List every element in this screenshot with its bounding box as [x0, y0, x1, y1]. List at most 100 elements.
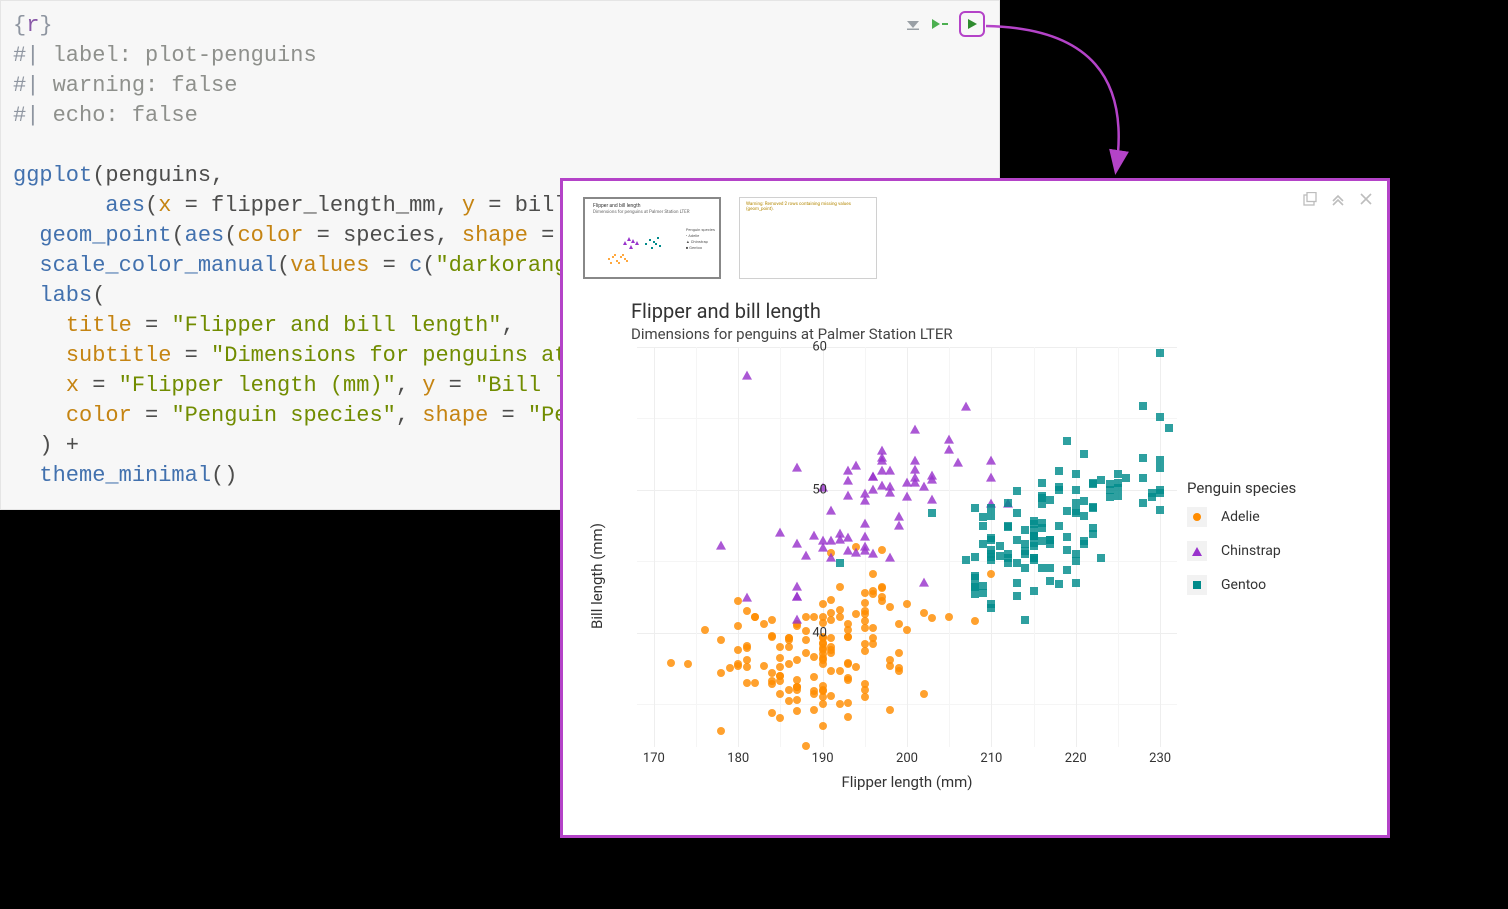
chart-point: [776, 714, 784, 722]
chart-point: [734, 646, 742, 654]
chart-point: [1046, 564, 1054, 572]
chart-y-tick: 40: [787, 625, 827, 640]
chart-point: [785, 697, 793, 705]
chart-point: [996, 552, 1004, 560]
run-chunk-button[interactable]: [959, 11, 985, 37]
chart-point: [886, 603, 894, 611]
chart-point: [962, 556, 970, 564]
chart-y-axis: Bill length (mm): [583, 347, 637, 787]
chart-point: [1038, 494, 1046, 502]
chart-point: [734, 622, 742, 630]
chart-point: [1072, 550, 1080, 558]
chart-point: [792, 614, 802, 623]
chart-point: [1013, 592, 1021, 600]
chart-point: [1021, 526, 1029, 534]
chart-point: [701, 626, 709, 634]
chart-point: [827, 643, 835, 651]
chart-point: [1013, 536, 1021, 544]
chart-point: [861, 607, 869, 615]
output-collapse-icon[interactable]: [1331, 191, 1345, 210]
chart-point: [987, 556, 995, 564]
chart-point: [1139, 474, 1147, 482]
chart-point: [802, 742, 810, 750]
chart-point: [861, 624, 869, 632]
chart-point: [768, 709, 776, 717]
chart-point: [971, 617, 979, 625]
chart-point: [775, 527, 785, 536]
output-close-icon[interactable]: [1359, 191, 1373, 210]
chart-x-axis-label: Flipper length (mm): [841, 773, 972, 791]
chart-point: [1072, 507, 1080, 515]
chart-point: [743, 679, 751, 687]
chart-point: [844, 660, 852, 668]
chart-point: [1097, 554, 1105, 562]
chart-point: [1021, 564, 1029, 572]
chart-point: [1156, 489, 1164, 497]
chart-x-tick: 210: [980, 751, 1002, 766]
chart-point: [903, 626, 911, 634]
chart-point: [861, 693, 869, 701]
chart-point: [843, 490, 853, 499]
chart-point: [1063, 533, 1071, 541]
chart-point: [1038, 564, 1046, 572]
chart-point: [760, 662, 768, 670]
chart-point: [927, 494, 937, 503]
chart-point: [860, 546, 870, 555]
output-thumbnail-plot[interactable]: Flipper and bill length Dimensions for p…: [583, 197, 721, 279]
chart-point: [717, 727, 725, 735]
chart-legend: Penguin species AdelieChinstrapGentoo: [1187, 479, 1357, 609]
chart-point: [1080, 450, 1088, 458]
chart-point: [894, 520, 904, 529]
thumb-mini-legend: Penguin species• Adelie▲ Chinstrap■ Gent…: [686, 227, 715, 251]
output-thumbnail-warning[interactable]: Warning: Removed 2 rows containing missi…: [739, 197, 877, 279]
chart-point: [878, 584, 886, 592]
chart-point: [868, 472, 878, 481]
annotation-arrow: [980, 18, 1180, 188]
chart-y-tick: 50: [787, 482, 827, 497]
chart-point: [1030, 587, 1038, 595]
chart-point: [928, 509, 936, 517]
chart-point: [945, 613, 953, 621]
chart-point: [920, 690, 928, 698]
run-above-icon[interactable]: [931, 13, 949, 35]
chart-point: [1013, 579, 1021, 587]
chart-point: [1055, 483, 1063, 491]
chart-point: [979, 522, 987, 530]
chart-point: [1156, 506, 1164, 514]
chart-point: [861, 686, 869, 694]
chart-x-tick: 180: [727, 751, 749, 766]
chart-legend-item: Adelie: [1187, 507, 1357, 527]
chart-point: [1080, 537, 1088, 545]
chart-legend-swatch: [1187, 541, 1207, 561]
chunk-options-icon[interactable]: [905, 13, 921, 35]
chart-point: [961, 402, 971, 411]
chart-point: [785, 660, 793, 668]
chart-point: [885, 482, 895, 491]
chart-subtitle: Dimensions for penguins at Palmer Statio…: [631, 325, 1373, 343]
chart-point: [836, 667, 844, 675]
chart-point: [1122, 474, 1130, 482]
chart-point: [776, 643, 784, 651]
chart-point: [851, 460, 861, 469]
output-popout-icon[interactable]: [1303, 191, 1317, 210]
chart-point: [792, 592, 802, 601]
chart-point: [1021, 616, 1029, 624]
chart-y-tick: 60: [787, 340, 827, 355]
chart-plot-area: Penguin species AdelieChinstrapGentoo: [637, 347, 1177, 747]
chart-point: [768, 669, 776, 677]
chart-point: [894, 512, 904, 521]
chart-point: [1072, 579, 1080, 587]
code-chunk-toolbar: [905, 11, 985, 37]
chart-legend-label: Chinstrap: [1221, 543, 1281, 559]
chart-point: [751, 679, 759, 687]
chart-point: [1030, 554, 1038, 562]
chart-point: [869, 624, 877, 632]
chart-point: [1114, 470, 1122, 478]
chart-point: [861, 599, 869, 607]
chart-point: [743, 656, 751, 664]
chart-legend-label: Adelie: [1221, 509, 1260, 525]
chart-point: [793, 696, 801, 704]
chart-point: [810, 653, 818, 661]
chart-legend-label: Gentoo: [1221, 577, 1266, 593]
chart-point: [793, 656, 801, 664]
